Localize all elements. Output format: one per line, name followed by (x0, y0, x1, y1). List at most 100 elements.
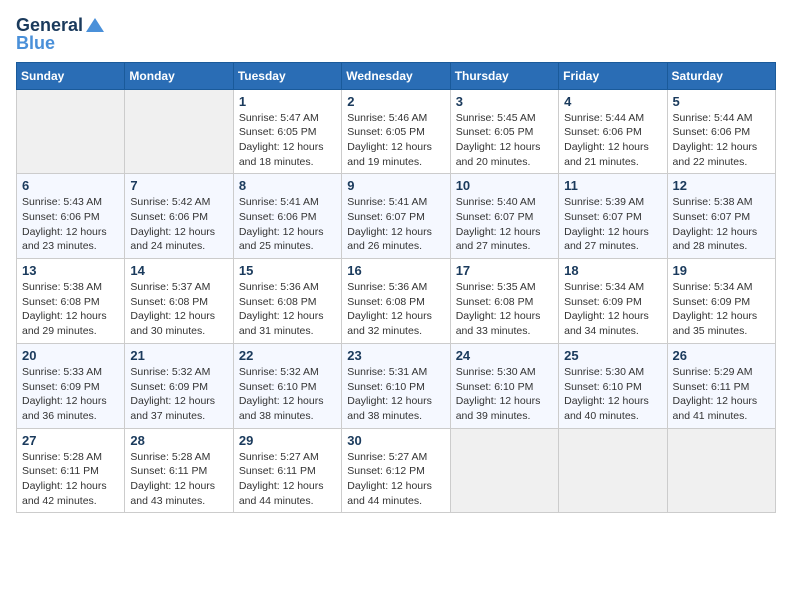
day-number: 9 (347, 178, 444, 193)
calendar-cell: 13Sunrise: 5:38 AMSunset: 6:08 PMDayligh… (17, 259, 125, 344)
logo-icon (86, 16, 104, 34)
day-info: Sunrise: 5:43 AMSunset: 6:06 PMDaylight:… (22, 195, 119, 254)
day-number: 25 (564, 348, 661, 363)
day-number: 4 (564, 94, 661, 109)
day-info: Sunrise: 5:36 AMSunset: 6:08 PMDaylight:… (239, 280, 336, 339)
calendar-week-row: 20 Sunrise: 5:33 AMSunset: 6:09 PMDayligh… (17, 343, 776, 428)
calendar-cell (667, 428, 775, 513)
day-number: 29 (239, 433, 336, 448)
calendar-cell: 26 Sunrise: 5:29 AMSunset: 6:11 PMDayligh… (667, 343, 775, 428)
day-info: Sunrise: 5:32 AMSunset: 6:09 PMDaylight:… (130, 365, 227, 424)
calendar-cell: 10Sunrise: 5:40 AMSunset: 6:07 PMDayligh… (450, 174, 558, 259)
calendar-cell: 27 Sunrise: 5:28 AMSunset: 6:11 PMDayligh… (17, 428, 125, 513)
day-info: Sunrise: 5:35 AMSunset: 6:08 PMDaylight:… (456, 280, 553, 339)
calendar-cell: 19 Sunrise: 5:34 AMSunset: 6:09 PMDayligh… (667, 259, 775, 344)
day-number: 18 (564, 263, 661, 278)
calendar-cell (125, 89, 233, 174)
calendar-cell: 28 Sunrise: 5:28 AMSunset: 6:11 PMDayligh… (125, 428, 233, 513)
day-info: Sunrise: 5:47 AMSunset: 6:05 PMDaylight:… (239, 111, 336, 170)
day-number: 28 (130, 433, 227, 448)
day-info: Sunrise: 5:41 AMSunset: 6:06 PMDaylight:… (239, 195, 336, 254)
day-number: 20 (22, 348, 119, 363)
day-info: Sunrise: 5:38 AMSunset: 6:07 PMDaylight:… (673, 195, 770, 254)
day-number: 2 (347, 94, 444, 109)
calendar-cell: 16 Sunrise: 5:36 AMSunset: 6:08 PMDayligh… (342, 259, 450, 344)
calendar-cell: 23 Sunrise: 5:31 AMSunset: 6:10 PMDayligh… (342, 343, 450, 428)
day-info: Sunrise: 5:34 AMSunset: 6:09 PMDaylight:… (564, 280, 661, 339)
weekday-header-wednesday: Wednesday (342, 62, 450, 89)
day-info: Sunrise: 5:41 AMSunset: 6:07 PMDaylight:… (347, 195, 444, 254)
calendar-cell: 17 Sunrise: 5:35 AMSunset: 6:08 PMDayligh… (450, 259, 558, 344)
calendar-cell: 12 Sunrise: 5:38 AMSunset: 6:07 PMDayligh… (667, 174, 775, 259)
day-number: 7 (130, 178, 227, 193)
calendar-cell: 2Sunrise: 5:46 AMSunset: 6:05 PMDaylight… (342, 89, 450, 174)
day-info: Sunrise: 5:38 AMSunset: 6:08 PMDaylight:… (22, 280, 119, 339)
calendar-cell: 29 Sunrise: 5:27 AMSunset: 6:11 PMDayligh… (233, 428, 341, 513)
calendar-cell: 15 Sunrise: 5:36 AMSunset: 6:08 PMDayligh… (233, 259, 341, 344)
day-number: 3 (456, 94, 553, 109)
calendar-cell: 20 Sunrise: 5:33 AMSunset: 6:09 PMDayligh… (17, 343, 125, 428)
day-info: Sunrise: 5:31 AMSunset: 6:10 PMDaylight:… (347, 365, 444, 424)
calendar-cell (559, 428, 667, 513)
day-info: Sunrise: 5:30 AMSunset: 6:10 PMDaylight:… (456, 365, 553, 424)
day-info: Sunrise: 5:45 AMSunset: 6:05 PMDaylight:… (456, 111, 553, 170)
calendar-cell: 7 Sunrise: 5:42 AMSunset: 6:06 PMDaylight… (125, 174, 233, 259)
calendar-cell (450, 428, 558, 513)
day-number: 5 (673, 94, 770, 109)
weekday-header-friday: Friday (559, 62, 667, 89)
calendar-cell: 9 Sunrise: 5:41 AMSunset: 6:07 PMDaylight… (342, 174, 450, 259)
calendar-cell: 22 Sunrise: 5:32 AMSunset: 6:10 PMDayligh… (233, 343, 341, 428)
day-info: Sunrise: 5:39 AMSunset: 6:07 PMDaylight:… (564, 195, 661, 254)
day-info: Sunrise: 5:28 AMSunset: 6:11 PMDaylight:… (22, 450, 119, 509)
calendar-cell: 18 Sunrise: 5:34 AMSunset: 6:09 PMDayligh… (559, 259, 667, 344)
day-number: 16 (347, 263, 444, 278)
day-info: Sunrise: 5:42 AMSunset: 6:06 PMDaylight:… (130, 195, 227, 254)
logo-text-blue: Blue (16, 34, 55, 54)
day-number: 19 (673, 263, 770, 278)
day-number: 8 (239, 178, 336, 193)
calendar-header-row: SundayMondayTuesdayWednesdayThursdayFrid… (17, 62, 776, 89)
calendar-cell: 25Sunrise: 5:30 AMSunset: 6:10 PMDayligh… (559, 343, 667, 428)
calendar-cell: 8 Sunrise: 5:41 AMSunset: 6:06 PMDaylight… (233, 174, 341, 259)
weekday-header-tuesday: Tuesday (233, 62, 341, 89)
day-number: 30 (347, 433, 444, 448)
day-info: Sunrise: 5:44 AMSunset: 6:06 PMDaylight:… (673, 111, 770, 170)
calendar-cell: 4Sunrise: 5:44 AMSunset: 6:06 PMDaylight… (559, 89, 667, 174)
calendar-cell: 3 Sunrise: 5:45 AMSunset: 6:05 PMDaylight… (450, 89, 558, 174)
day-info: Sunrise: 5:27 AMSunset: 6:12 PMDaylight:… (347, 450, 444, 509)
day-number: 22 (239, 348, 336, 363)
calendar-cell: 14 Sunrise: 5:37 AMSunset: 6:08 PMDayligh… (125, 259, 233, 344)
calendar-week-row: 6 Sunrise: 5:43 AMSunset: 6:06 PMDaylight… (17, 174, 776, 259)
day-info: Sunrise: 5:36 AMSunset: 6:08 PMDaylight:… (347, 280, 444, 339)
day-number: 26 (673, 348, 770, 363)
logo: General Blue (16, 16, 104, 54)
weekday-header-sunday: Sunday (17, 62, 125, 89)
day-info: Sunrise: 5:32 AMSunset: 6:10 PMDaylight:… (239, 365, 336, 424)
day-number: 12 (673, 178, 770, 193)
day-info: Sunrise: 5:33 AMSunset: 6:09 PMDaylight:… (22, 365, 119, 424)
day-number: 21 (130, 348, 227, 363)
calendar-cell: 6 Sunrise: 5:43 AMSunset: 6:06 PMDaylight… (17, 174, 125, 259)
calendar-cell: 30 Sunrise: 5:27 AMSunset: 6:12 PMDayligh… (342, 428, 450, 513)
day-number: 23 (347, 348, 444, 363)
day-info: Sunrise: 5:27 AMSunset: 6:11 PMDaylight:… (239, 450, 336, 509)
day-number: 1 (239, 94, 336, 109)
weekday-header-monday: Monday (125, 62, 233, 89)
day-info: Sunrise: 5:29 AMSunset: 6:11 PMDaylight:… (673, 365, 770, 424)
day-number: 14 (130, 263, 227, 278)
day-number: 10 (456, 178, 553, 193)
day-info: Sunrise: 5:28 AMSunset: 6:11 PMDaylight:… (130, 450, 227, 509)
day-info: Sunrise: 5:37 AMSunset: 6:08 PMDaylight:… (130, 280, 227, 339)
day-number: 17 (456, 263, 553, 278)
day-number: 24 (456, 348, 553, 363)
day-number: 15 (239, 263, 336, 278)
calendar-cell: 24 Sunrise: 5:30 AMSunset: 6:10 PMDayligh… (450, 343, 558, 428)
day-number: 6 (22, 178, 119, 193)
calendar-table: SundayMondayTuesdayWednesdayThursdayFrid… (16, 62, 776, 514)
weekday-header-thursday: Thursday (450, 62, 558, 89)
calendar-cell (17, 89, 125, 174)
day-number: 27 (22, 433, 119, 448)
day-info: Sunrise: 5:34 AMSunset: 6:09 PMDaylight:… (673, 280, 770, 339)
calendar-week-row: 13Sunrise: 5:38 AMSunset: 6:08 PMDayligh… (17, 259, 776, 344)
weekday-header-saturday: Saturday (667, 62, 775, 89)
